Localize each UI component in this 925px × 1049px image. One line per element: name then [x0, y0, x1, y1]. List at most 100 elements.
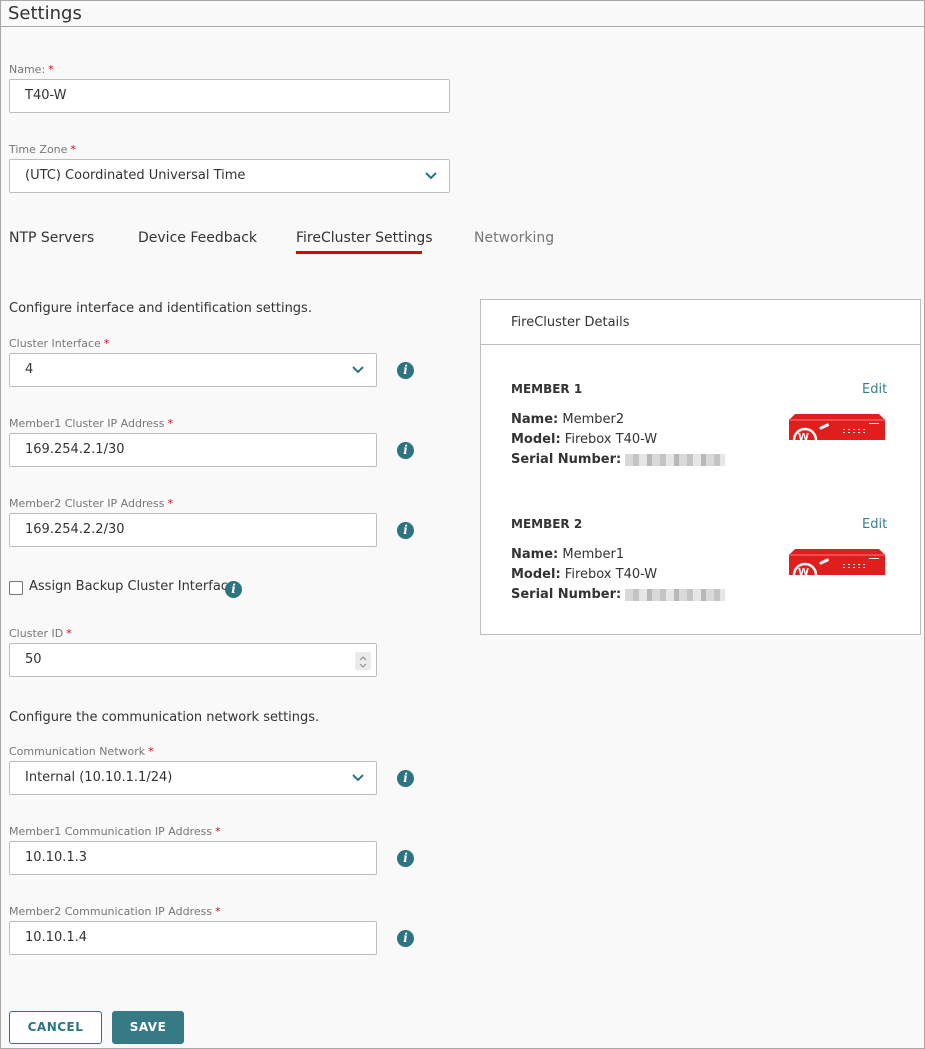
save-button[interactable]: SAVE: [112, 1011, 184, 1044]
member1-name: Name: Member2: [511, 412, 624, 427]
member1-cluster-ip-label-text: Member1 Cluster IP Address: [9, 417, 165, 430]
member1-name-value: Member2: [562, 412, 625, 427]
timezone-label: Time Zone *: [9, 143, 76, 156]
required-mark: *: [66, 627, 72, 640]
member2-communication-ip-label-text: Member2 Communication IP Address: [9, 905, 213, 918]
spinner-arrows-icon: [359, 656, 367, 668]
tab-device-feedback[interactable]: Device Feedback: [138, 230, 257, 246]
name-key: Name:: [511, 412, 559, 427]
backup-cluster-interface-checkbox[interactable]: [9, 581, 23, 595]
name-label-text: Name:: [9, 63, 46, 76]
member2-heading: MEMBER 2: [511, 517, 583, 531]
member2-communication-ip-input[interactable]: 10.10.1.4: [9, 921, 377, 955]
member2-serial: Serial Number:: [511, 587, 726, 602]
cancel-button[interactable]: CANCEL: [9, 1011, 102, 1044]
required-mark: *: [48, 63, 54, 76]
cluster-interface-select[interactable]: 4: [9, 353, 377, 387]
firecluster-details-panel: FireCluster Details MEMBER 1 Edit Name: …: [480, 299, 921, 635]
member2-model: Model: Firebox T40-W: [511, 567, 657, 582]
tab-firecluster-settings[interactable]: FireCluster Settings: [296, 230, 433, 246]
member2-name-value: Member1: [562, 547, 625, 562]
tab-networking[interactable]: Networking: [474, 230, 554, 246]
info-icon[interactable]: i: [225, 581, 242, 598]
member1-edit-link[interactable]: Edit: [862, 382, 887, 397]
member1-communication-ip-input[interactable]: 10.10.1.3: [9, 841, 377, 875]
member1-model: Model: Firebox T40-W: [511, 432, 657, 447]
member2-cluster-ip-label-text: Member2 Cluster IP Address: [9, 497, 165, 510]
communication-network-value: Internal (10.10.1.1/24): [25, 770, 173, 785]
name-input-value: T40-W: [25, 88, 67, 103]
member2-name: Name: Member1: [511, 547, 624, 562]
firebox-device-image: W: [789, 414, 885, 440]
serial-key: Serial Number:: [511, 587, 622, 602]
member2-communication-ip-label: Member2 Communication IP Address *: [9, 905, 221, 918]
cluster-id-input[interactable]: 50: [9, 643, 377, 677]
member1-heading: MEMBER 1: [511, 382, 583, 396]
member1-cluster-ip-value: 169.254.2.1/30: [25, 442, 125, 457]
member1-cluster-ip-input[interactable]: 169.254.2.1/30: [9, 433, 377, 467]
svg-text:W: W: [798, 432, 809, 440]
firebox-device-image: W: [789, 549, 885, 575]
member2-cluster-ip-label: Member2 Cluster IP Address *: [9, 497, 173, 510]
cluster-id-label: Cluster ID *: [9, 627, 72, 640]
required-mark: *: [148, 745, 154, 758]
timezone-select[interactable]: (UTC) Coordinated Universal Time: [9, 159, 450, 193]
member1-cluster-ip-label: Member1 Cluster IP Address *: [9, 417, 173, 430]
member2-model-value: Firebox T40-W: [564, 567, 658, 582]
cluster-interface-value: 4: [25, 362, 34, 377]
communication-network-select[interactable]: Internal (10.10.1.1/24): [9, 761, 377, 795]
communication-network-label-text: Communication Network: [9, 745, 146, 758]
svg-text:W: W: [798, 567, 809, 575]
info-icon[interactable]: i: [397, 362, 414, 379]
redacted-serial: [625, 588, 726, 601]
member2-edit-link[interactable]: Edit: [862, 517, 887, 532]
info-icon[interactable]: i: [397, 770, 414, 787]
info-icon[interactable]: i: [397, 522, 414, 539]
required-mark: *: [215, 905, 221, 918]
cluster-interface-label: Cluster Interface *: [9, 337, 109, 350]
panel-header: FireCluster Details: [481, 300, 920, 345]
member1-communication-ip-label-text: Member1 Communication IP Address: [9, 825, 213, 838]
model-key: Model:: [511, 567, 561, 582]
panel-title: FireCluster Details: [511, 315, 630, 330]
cluster-id-value: 50: [25, 652, 42, 667]
member2-cluster-ip-input[interactable]: 169.254.2.2/30: [9, 513, 377, 547]
required-mark: *: [70, 143, 76, 156]
name-input[interactable]: T40-W: [9, 79, 450, 113]
settings-page: Settings Name: * T40-W Time Zone * (UTC) C…: [0, 0, 925, 1049]
backup-cluster-interface-label[interactable]: Assign Backup Cluster Interface: [29, 579, 236, 594]
chevron-down-icon: [425, 172, 437, 180]
model-key: Model:: [511, 432, 561, 447]
cluster-intro-text: Configure interface and identification s…: [9, 301, 312, 316]
timezone-select-value: (UTC) Coordinated Universal Time: [25, 168, 246, 183]
chevron-down-icon: [352, 366, 364, 374]
name-key: Name:: [511, 547, 559, 562]
required-mark: *: [167, 417, 173, 430]
communication-network-label: Communication Network *: [9, 745, 154, 758]
info-icon[interactable]: i: [397, 442, 414, 459]
timezone-label-text: Time Zone: [9, 143, 68, 156]
info-icon[interactable]: i: [397, 850, 414, 867]
active-tab-indicator: [296, 251, 422, 254]
member1-serial: Serial Number:: [511, 452, 726, 467]
required-mark: *: [103, 337, 110, 350]
name-label: Name: *: [9, 63, 54, 76]
tab-ntp-servers[interactable]: NTP Servers: [9, 230, 94, 246]
redacted-serial: [625, 453, 726, 466]
required-mark: *: [215, 825, 221, 838]
page-title: Settings: [8, 3, 82, 24]
title-bar: Settings: [1, 1, 924, 27]
member1-communication-ip-label: Member1 Communication IP Address *: [9, 825, 221, 838]
member2-communication-ip-value: 10.10.1.4: [25, 930, 88, 945]
member2-cluster-ip-value: 169.254.2.2/30: [25, 522, 125, 537]
member1-model-value: Firebox T40-W: [564, 432, 658, 447]
serial-key: Serial Number:: [511, 452, 622, 467]
number-spinner[interactable]: [355, 652, 371, 670]
required-mark: *: [167, 497, 173, 510]
member1-communication-ip-value: 10.10.1.3: [25, 850, 88, 865]
cluster-interface-label-text: Cluster Interface: [9, 337, 101, 350]
chevron-down-icon: [352, 774, 364, 782]
info-icon[interactable]: i: [397, 930, 414, 947]
communication-intro-text: Configure the communication network sett…: [9, 710, 320, 725]
cluster-id-label-text: Cluster ID: [9, 627, 64, 640]
